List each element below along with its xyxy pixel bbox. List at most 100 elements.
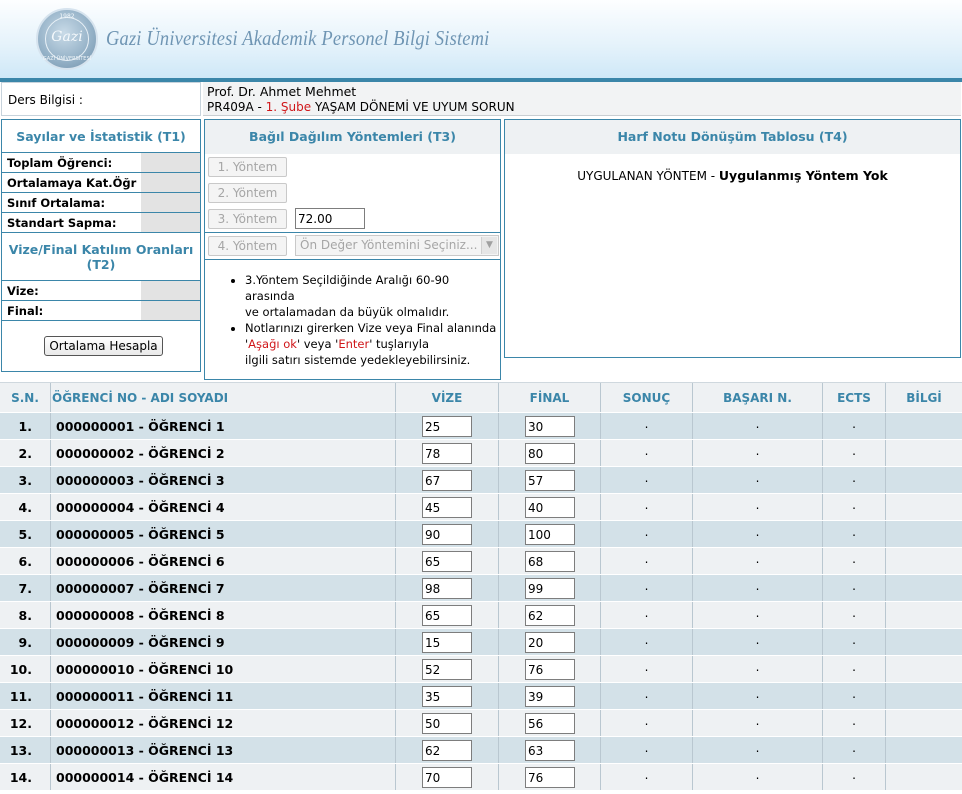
final-grade-input[interactable] bbox=[525, 686, 575, 707]
methods-title: Bağıl Dağılım Yöntemleri (T3) bbox=[249, 129, 456, 144]
vize-grade-input[interactable] bbox=[422, 740, 472, 761]
cell-basari: . bbox=[692, 548, 822, 574]
vize-grade-input[interactable] bbox=[422, 524, 472, 545]
final-grade-input[interactable] bbox=[525, 578, 575, 599]
method-1-button[interactable]: 1. Yöntem bbox=[208, 157, 287, 177]
methods-header: Bağıl Dağılım Yöntemleri (T3) bbox=[205, 120, 500, 154]
cell-vize bbox=[395, 467, 498, 493]
cell-ects: . bbox=[822, 575, 885, 601]
method-3-button[interactable]: 3. Yöntem bbox=[208, 209, 287, 229]
note-key: Enter bbox=[338, 337, 370, 351]
cell-basari: . bbox=[692, 737, 822, 763]
vize-grade-input[interactable] bbox=[422, 416, 472, 437]
cell-student: 000000004 - ÖĞRENCİ 4 bbox=[50, 494, 395, 520]
vize-grade-input[interactable] bbox=[422, 767, 472, 788]
cell-vize bbox=[395, 764, 498, 790]
cell-vize bbox=[395, 629, 498, 655]
stat-row-total: Toplam Öğrenci: bbox=[2, 152, 200, 172]
cell-sn: 9. bbox=[18, 635, 32, 650]
note-text: ve ortalamadan da büyük olmalıdır. bbox=[245, 305, 450, 319]
cell-sn: 4. bbox=[18, 500, 32, 515]
cell-basari: . bbox=[692, 440, 822, 466]
cell-final bbox=[498, 656, 600, 682]
table-row: 1. 000000001 - ÖĞRENCİ 1... bbox=[0, 413, 962, 440]
cell-sn: 3. bbox=[18, 473, 32, 488]
table-row: 12. 000000012 - ÖĞRENCİ 12... bbox=[0, 710, 962, 737]
cell-sonuc: . bbox=[600, 764, 692, 790]
logo-year: 1982 bbox=[59, 13, 75, 20]
cell-vize bbox=[395, 575, 498, 601]
course-code: PR409A - bbox=[207, 100, 266, 114]
table-row: 7. 000000007 - ÖĞRENCİ 7... bbox=[0, 575, 962, 602]
col-vize: VİZE bbox=[395, 383, 498, 412]
cell-bilgi bbox=[885, 764, 962, 790]
method-4-select[interactable]: Ön Değer Yöntemini Seçiniz... ▼ bbox=[295, 235, 499, 256]
vize-grade-input[interactable] bbox=[422, 497, 472, 518]
vize-grade-input[interactable] bbox=[422, 470, 472, 491]
applied-method-label: UYGULANAN YÖNTEM - bbox=[577, 169, 719, 183]
final-grade-input[interactable] bbox=[525, 470, 575, 491]
final-grade-input[interactable] bbox=[525, 605, 575, 626]
cell-final bbox=[498, 683, 600, 709]
course-label: Ders Bilgisi : bbox=[8, 93, 83, 107]
cell-final bbox=[498, 548, 600, 574]
vize-grade-input[interactable] bbox=[422, 686, 472, 707]
cell-student: 000000009 - ÖĞRENCİ 9 bbox=[50, 629, 395, 655]
vize-grade-input[interactable] bbox=[422, 632, 472, 653]
course-info: Prof. Dr. Ahmet Mehmet PR409A - 1. Şube … bbox=[203, 82, 961, 116]
cell-basari: . bbox=[692, 764, 822, 790]
calculate-average-button[interactable]: Ortalama Hesapla bbox=[44, 336, 163, 356]
cell-basari: . bbox=[692, 575, 822, 601]
cell-final bbox=[498, 764, 600, 790]
cell-sonuc: . bbox=[600, 575, 692, 601]
stats-divider bbox=[2, 232, 200, 233]
final-grade-input[interactable] bbox=[525, 659, 575, 680]
cell-sonuc: . bbox=[600, 494, 692, 520]
vize-grade-input[interactable] bbox=[422, 605, 472, 626]
vize-grade-input[interactable] bbox=[422, 443, 472, 464]
participation-row-vize: Vize: bbox=[2, 280, 200, 300]
cell-final bbox=[498, 575, 600, 601]
method-4-button[interactable]: 4. Yöntem bbox=[208, 236, 287, 256]
cell-sn: 8. bbox=[18, 608, 32, 623]
final-grade-input[interactable] bbox=[525, 767, 575, 788]
final-grade-input[interactable] bbox=[525, 740, 575, 761]
table-row: 4. 000000004 - ÖĞRENCİ 4... bbox=[0, 494, 962, 521]
cell-student: 000000012 - ÖĞRENCİ 12 bbox=[50, 710, 395, 736]
cell-sonuc: . bbox=[600, 737, 692, 763]
method-2-button[interactable]: 2. Yöntem bbox=[208, 183, 287, 203]
final-grade-input[interactable] bbox=[525, 632, 575, 653]
method-3-input[interactable] bbox=[295, 208, 365, 229]
cell-bilgi bbox=[885, 710, 962, 736]
final-grade-input[interactable] bbox=[525, 713, 575, 734]
cell-ects: . bbox=[822, 602, 885, 628]
cell-final bbox=[498, 710, 600, 736]
cell-basari: . bbox=[692, 602, 822, 628]
cell-bilgi bbox=[885, 602, 962, 628]
method-notes: 3.Yöntem Seçildiğinde Aralığı 60-90 aras… bbox=[229, 272, 497, 368]
cell-vize bbox=[395, 440, 498, 466]
cell-vize bbox=[395, 548, 498, 574]
note-text: ilgili satırı sistemde yedekleyebilirsin… bbox=[245, 353, 471, 367]
final-grade-input[interactable] bbox=[525, 551, 575, 572]
final-grade-input[interactable] bbox=[525, 524, 575, 545]
stats-panel: Sayılar ve İstatistik (T1) Toplam Öğrenc… bbox=[1, 119, 201, 372]
cell-bilgi bbox=[885, 521, 962, 547]
cell-basari: . bbox=[692, 710, 822, 736]
cell-student: 000000007 - ÖĞRENCİ 7 bbox=[50, 575, 395, 601]
stat-row-included: Ortalamaya Kat.Öğr : bbox=[2, 172, 200, 192]
cell-sn: 13. bbox=[9, 743, 32, 758]
vize-grade-input[interactable] bbox=[422, 551, 472, 572]
col-ects: ECTS bbox=[822, 383, 885, 412]
final-grade-input[interactable] bbox=[525, 497, 575, 518]
cell-student: 000000013 - ÖĞRENCİ 13 bbox=[50, 737, 395, 763]
cell-sonuc: . bbox=[600, 440, 692, 466]
vize-grade-input[interactable] bbox=[422, 659, 472, 680]
vize-grade-input[interactable] bbox=[422, 713, 472, 734]
vize-grade-input[interactable] bbox=[422, 578, 472, 599]
cell-sn: 10. bbox=[9, 662, 32, 677]
final-grade-input[interactable] bbox=[525, 443, 575, 464]
applied-method: UYGULANAN YÖNTEM - Uygulanmış Yöntem Yok bbox=[505, 168, 960, 183]
final-grade-input[interactable] bbox=[525, 416, 575, 437]
cell-sn: 7. bbox=[18, 581, 32, 596]
